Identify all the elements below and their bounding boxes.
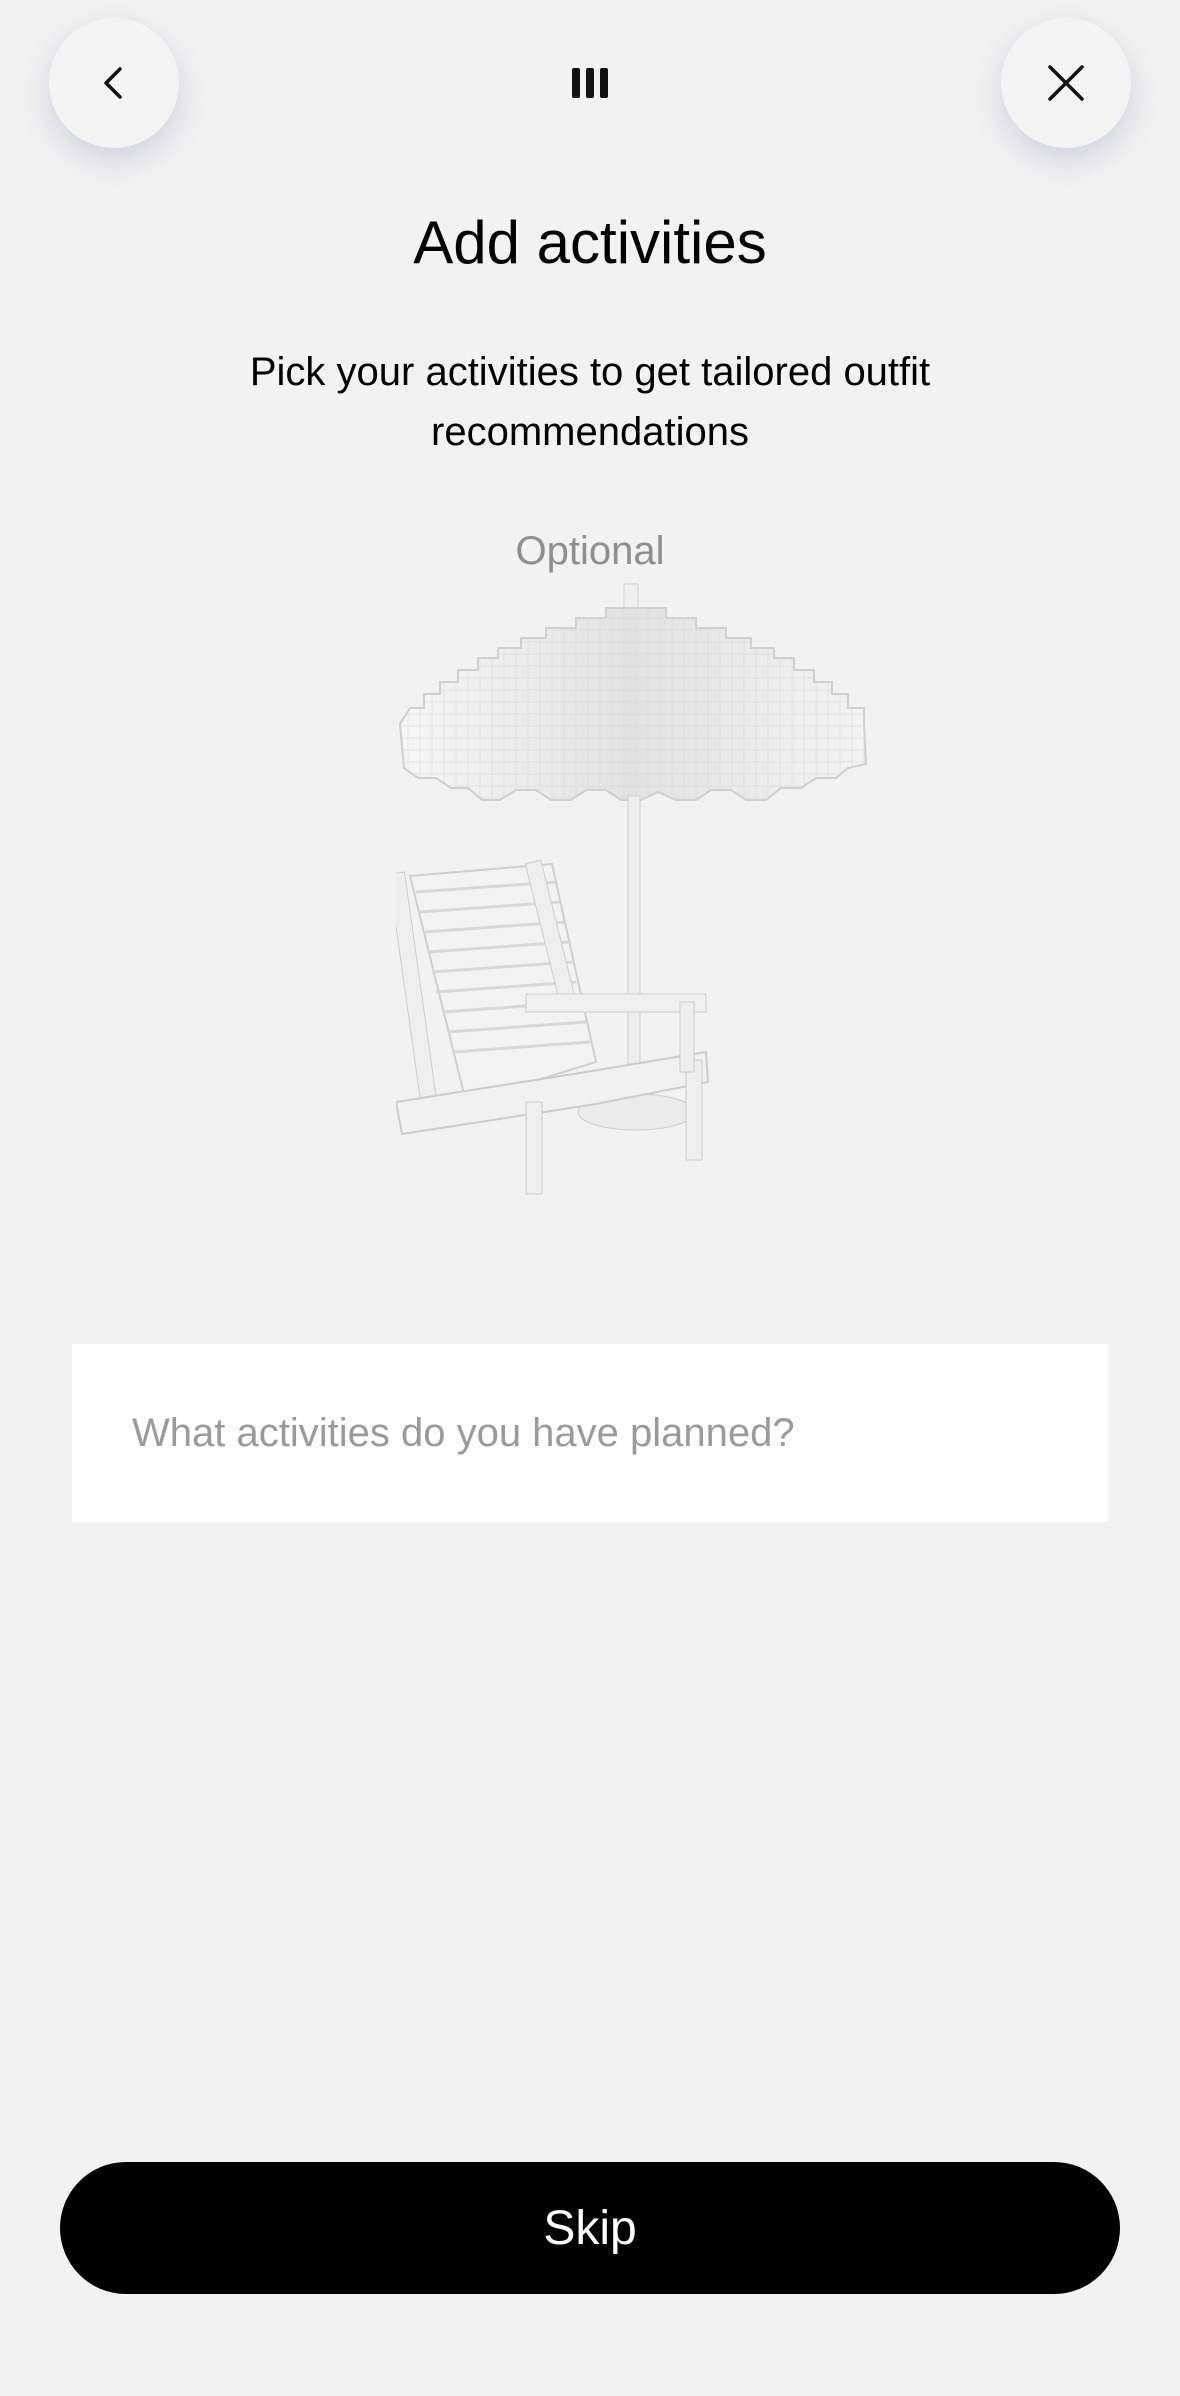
close-button[interactable] xyxy=(1001,18,1131,148)
chevron-left-icon xyxy=(104,67,122,99)
progress-segment xyxy=(600,68,608,98)
page-subtitle: Pick your activities to get tailored out… xyxy=(249,350,931,454)
back-button[interactable] xyxy=(49,18,179,148)
skip-button[interactable]: Skip xyxy=(60,2162,1120,2294)
page-title: Add activities xyxy=(413,209,767,276)
close-icon xyxy=(1048,65,1084,101)
progress-segment xyxy=(572,68,580,98)
optional-label: Optional xyxy=(515,529,665,573)
beach-umbrella-and-chair-icon xyxy=(396,583,868,1195)
progress-segment xyxy=(586,68,594,98)
activities-input[interactable] xyxy=(72,1344,1108,1522)
progress-bars-icon xyxy=(572,68,608,98)
